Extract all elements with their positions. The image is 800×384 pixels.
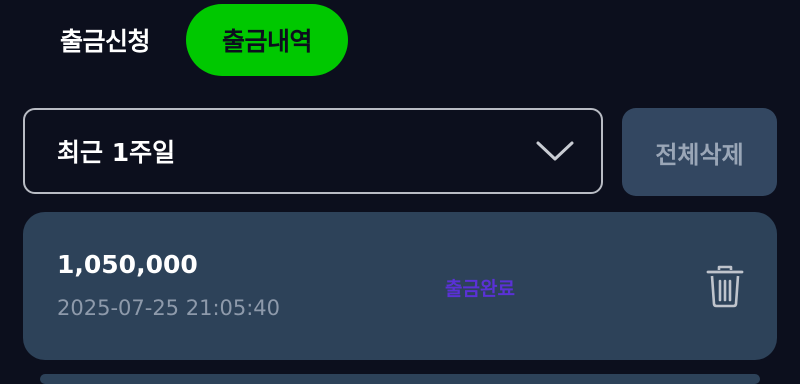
trash-icon[interactable]: [705, 264, 745, 308]
period-select-value: 최근 1주일: [57, 138, 176, 167]
delete-all-button-label: 전체삭제: [655, 140, 744, 169]
record-status: 출금완료: [445, 278, 515, 300]
tab-withdrawal-request[interactable]: 출금신청: [34, 4, 176, 76]
tab-withdrawal-request-label: 출금신청: [59, 27, 151, 56]
delete-all-button[interactable]: 전체삭제: [622, 108, 777, 196]
next-record-card-edge: [40, 374, 760, 384]
withdrawal-tabs: 출금신청 출금내역: [0, 0, 800, 80]
tab-withdrawal-history[interactable]: 출금내역: [186, 4, 348, 76]
record-amount: 1,050,000: [57, 250, 198, 279]
tab-withdrawal-history-label: 출금내역: [221, 27, 313, 56]
withdrawal-record-card: 1,050,000 2025-07-25 21:05:40 출금완료: [23, 212, 777, 360]
period-select[interactable]: 최근 1주일: [23, 108, 603, 194]
record-datetime: 2025-07-25 21:05:40: [57, 296, 281, 320]
chevron-down-icon: [536, 141, 574, 161]
